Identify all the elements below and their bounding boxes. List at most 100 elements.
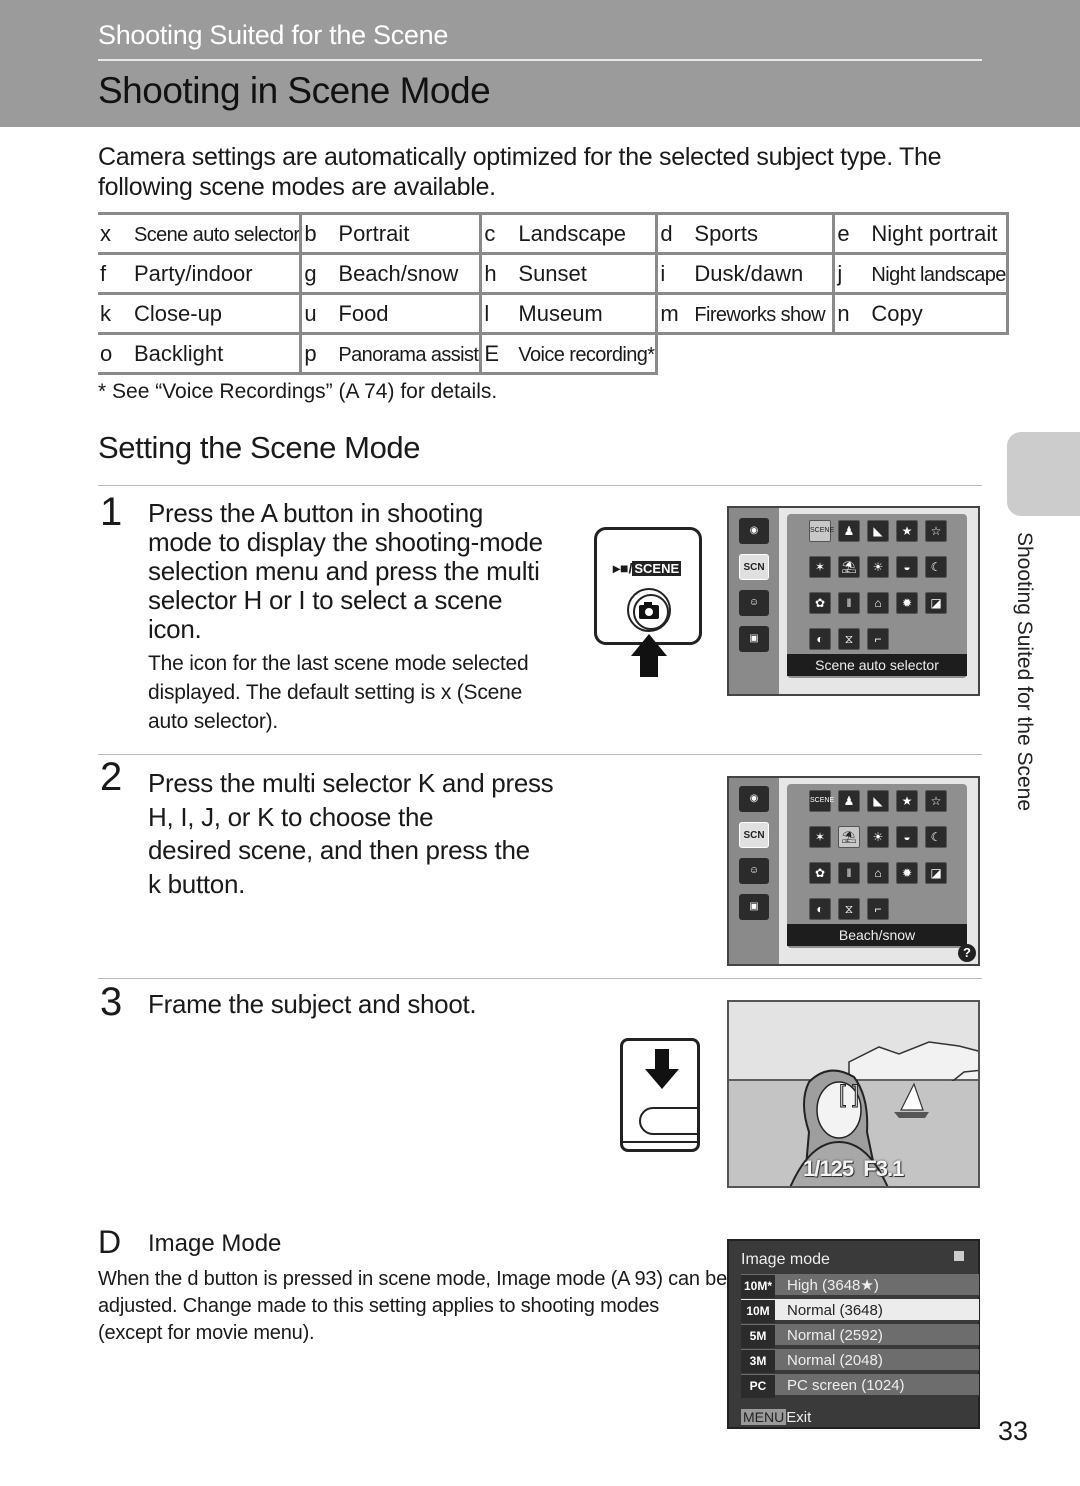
chapter-tab[interactable]	[1007, 432, 1080, 516]
scene-grid-icon[interactable]: ⌐	[867, 898, 889, 920]
menu-item-normal-3648[interactable]: 10M Normal (3648)	[741, 1299, 979, 1323]
scene-grid-icon[interactable]: ✿	[809, 862, 831, 884]
section-title: Shooting Suited for the Scene	[98, 20, 449, 50]
camera-screen-scene-menu: ◉ SCN ☺ ▣ SCENE ♟ ◣ ★ ☆ ✶ ⛱ ☀ ◒ ☾ ✿ ‖ ⌂ ✹ ◪ ◐ ⧖ ⌐ Scene a…	[727, 506, 980, 696]
camera-screen-scene-select: ◉ SCN ☺ ▣ SCENE ♟ ◣ ★ ☆ ✶ ⛱ ☀ ◒ ☾ ✿ ‖ ⌂ ✹ ◪ ◐ ⧖ ⌐ Beach/s…	[727, 776, 980, 966]
shutter-speed: 1/125	[803, 1156, 854, 1181]
scene-grid-icon[interactable]: ◣	[867, 790, 889, 812]
scene-mode-cell: p Panorama assist	[300, 332, 483, 375]
scene-mode-cell: n Copy	[833, 292, 1010, 335]
scene-grid-icon[interactable]: ⛱	[838, 826, 860, 848]
scene-grid-icon[interactable]: ◣	[867, 520, 889, 542]
scene-grid-icon[interactable]: ☾	[925, 556, 947, 578]
scene-mode-icon: j	[837, 260, 843, 286]
divider	[98, 485, 982, 486]
scene-grid-icon[interactable]: ◪	[925, 592, 947, 614]
scene-mode-table: x Scene auto selector b Portrait c Landscape d…	[98, 212, 1010, 375]
help-icon[interactable]: ?	[958, 944, 976, 962]
scene-grid-icon[interactable]: ✹	[896, 862, 918, 884]
arrow-up-icon	[631, 634, 667, 656]
arrow-up-stem	[640, 655, 658, 677]
scene-grid-icon[interactable]: ◒	[896, 556, 918, 578]
scene-grid-icon[interactable]: ◐	[809, 628, 831, 650]
menu-item-label: Normal (2048)	[787, 1352, 883, 1369]
scene-mode-label: Close-up	[134, 300, 223, 326]
menu-item-normal-2048[interactable]: 3M Normal (2048)	[741, 1349, 979, 1373]
scene-grid-icon[interactable]: SCENE	[809, 790, 834, 812]
scene-grid-icon[interactable]: ☆	[925, 520, 947, 542]
menu-item-label: High (3648★)	[787, 1277, 879, 1294]
scene-mode-label: Sunset	[518, 260, 587, 286]
page-title: Shooting in Scene Mode	[98, 70, 491, 111]
scene-grid-icon[interactable]: ⧖	[838, 898, 860, 920]
scene-grid-icon[interactable]: ♟	[838, 520, 860, 542]
empty-cell	[657, 334, 834, 374]
scene-grid-icon[interactable]: ✶	[809, 556, 831, 578]
scene-mode-cell: m Fireworks show	[656, 292, 836, 335]
menu-item-high[interactable]: 10M* High (3648★)	[741, 1274, 979, 1298]
scene-grid-icon[interactable]: ✿	[809, 592, 831, 614]
menu-item-pc-screen[interactable]: PC PC screen (1024)	[741, 1374, 979, 1398]
scene-mode-cell: u Food	[300, 292, 483, 335]
scene-grid-icon[interactable]: ★	[896, 790, 918, 812]
table-row: f Party/indoor g Beach/snow h Sunset i Dusk/daw…	[98, 252, 1010, 295]
menu-exit-hint[interactable]: MENU Exit	[741, 1409, 811, 1426]
text-line: icon.	[148, 614, 202, 644]
page-number: 33	[998, 1416, 1029, 1446]
scene-grid-icon[interactable]: ⧖	[838, 628, 860, 650]
scene-mode-label: Panorama assist	[338, 343, 479, 366]
scene-mode-icon: c	[484, 220, 496, 246]
scene-grid-icon[interactable]: ⌂	[867, 862, 889, 884]
scene-grid-icon[interactable]: ◐	[809, 898, 831, 920]
scene-grid-icon[interactable]: ‖	[838, 592, 860, 614]
menu-title: Image mode	[741, 1251, 830, 1268]
scene-mode-icon: n	[837, 300, 850, 326]
scene-mode-icon: o	[100, 340, 113, 366]
scene-mode-icon: g	[304, 260, 317, 286]
scene-grid-icon[interactable]: ☀	[867, 556, 889, 578]
divider	[98, 978, 982, 979]
intro-paragraph: Camera settings are automatically optimi…	[98, 143, 942, 201]
camera-button-icon	[627, 588, 671, 632]
scene-mode-label: Scene auto selector	[134, 223, 300, 246]
scene-mode-icon: e	[837, 220, 850, 246]
svg-text:[ ]: [ ]	[839, 1081, 859, 1108]
scene-grid-icon[interactable]: ◪	[925, 862, 947, 884]
scene-grid-icon[interactable]: ☀	[867, 826, 889, 848]
text-line: Frame the subject and shoot.	[148, 989, 477, 1019]
scene-grid-icon[interactable]: ⛱	[838, 556, 860, 578]
scene-mode-cell: c Landscape	[480, 212, 659, 255]
scene-grid-icon[interactable]: ✹	[896, 592, 918, 614]
text-line: displayed. The default setting is x (Sce…	[148, 681, 523, 704]
image-mode-menu: Image mode 10M* High (3648★) 10M Normal (3…	[727, 1239, 980, 1429]
scene-mode-icon: p	[304, 340, 317, 366]
scene-grid-icon[interactable]: ◒	[896, 826, 918, 848]
scene-grid-icon[interactable]: SCENE	[809, 520, 834, 542]
step-number: 1	[100, 490, 123, 534]
scene-mode-cell: f Party/indoor	[98, 252, 303, 295]
scene-grid-icon[interactable]: ⌂	[867, 592, 889, 614]
scene-mode-cell: E Voice recording*	[480, 332, 659, 375]
image-size-icon: 5M	[741, 1325, 775, 1348]
scene-grid-icon[interactable]: ⌐	[867, 628, 889, 650]
menu-button-icon: MENU	[741, 1409, 787, 1425]
step-number: 2	[100, 755, 123, 799]
scene-icon: SCN	[739, 554, 769, 580]
scene-mode-label: Museum	[518, 300, 603, 326]
scene-caption: Beach/snow	[787, 924, 967, 946]
table-row: k Close-up u Food l Museum m Fireworks show n Cop…	[98, 292, 1010, 335]
exit-label: Exit	[786, 1409, 812, 1426]
scroll-indicator-icon	[954, 1251, 964, 1261]
scene-grid-icon[interactable]: ✶	[809, 826, 831, 848]
scene-grid-icon[interactable]: ★	[896, 520, 918, 542]
movie-icon: ▣	[739, 626, 769, 652]
scene-mode-cell: h Sunset	[480, 252, 659, 295]
shutter-base	[623, 1141, 697, 1143]
scene-grid-icon[interactable]: ☾	[925, 826, 947, 848]
chapter-tab-label: Shooting Suited for the Scene	[1013, 532, 1036, 812]
camera-icon: ◉	[739, 786, 769, 812]
scene-grid-icon[interactable]: ♟	[838, 790, 860, 812]
scene-grid-icon[interactable]: ☆	[925, 790, 947, 812]
scene-grid-icon[interactable]: ‖	[838, 862, 860, 884]
menu-item-normal-2592[interactable]: 5M Normal (2592)	[741, 1324, 979, 1348]
